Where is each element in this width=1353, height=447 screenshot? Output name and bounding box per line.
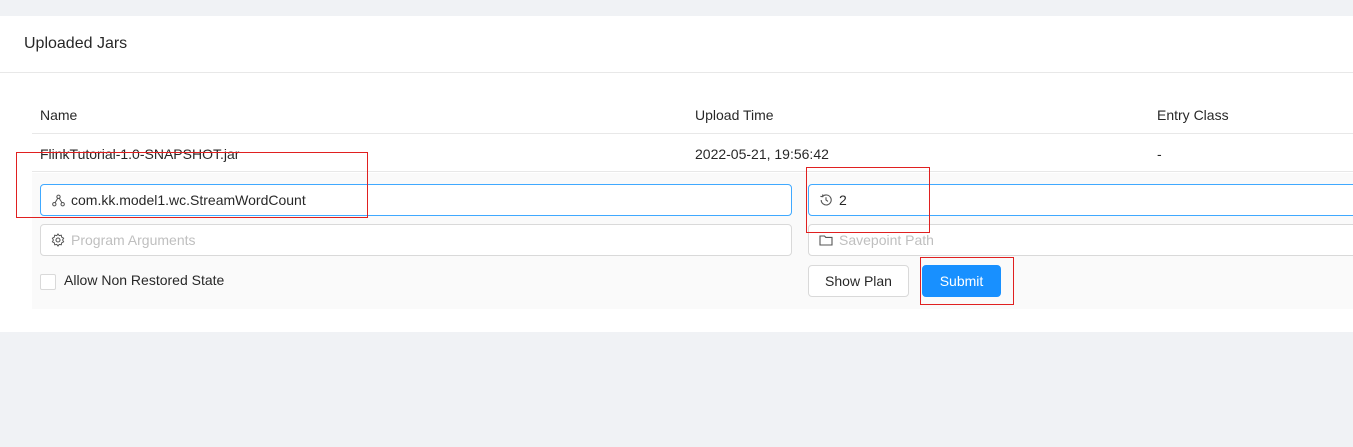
cluster-icon — [51, 193, 65, 207]
program-arguments-input[interactable]: Program Arguments — [40, 224, 792, 256]
show-plan-button[interactable]: Show Plan — [808, 265, 909, 297]
program-arguments-placeholder: Program Arguments — [71, 232, 196, 248]
table-row[interactable]: FlinkTutorial-1.0-SNAPSHOT.jar 2022-05-2… — [32, 134, 1353, 172]
jars-table: Name Upload Time Entry Class FlinkTutori… — [32, 97, 1353, 309]
jar-upload-time: 2022-05-21, 19:56:42 — [695, 146, 829, 162]
submit-button[interactable]: Submit — [922, 265, 1001, 297]
allow-non-restored-label[interactable]: Allow Non Restored State — [64, 272, 224, 288]
table-header: Name Upload Time Entry Class — [32, 97, 1353, 134]
card-title: Uploaded Jars — [24, 35, 128, 52]
gear-icon — [51, 233, 65, 247]
parallelism-input[interactable]: 2 — [808, 184, 1353, 216]
parallelism-value: 2 — [839, 192, 847, 208]
header-entry-class: Entry Class — [1157, 107, 1229, 123]
savepoint-path-input[interactable]: Savepoint Path — [808, 224, 1353, 256]
entry-class-input[interactable]: com.kk.model1.wc.StreamWordCount — [40, 184, 792, 216]
history-icon — [819, 193, 833, 207]
allow-non-restored-checkbox[interactable] — [40, 274, 56, 290]
card-header: Uploaded Jars — [0, 16, 1353, 73]
savepoint-path-placeholder: Savepoint Path — [839, 232, 934, 248]
jar-name: FlinkTutorial-1.0-SNAPSHOT.jar — [40, 146, 240, 162]
jar-entry-class: - — [1157, 146, 1162, 162]
uploaded-jars-card: Uploaded Jars Name Upload Time Entry Cla… — [0, 16, 1353, 332]
jar-submit-form: com.kk.model1.wc.StreamWordCount 2 Progr… — [32, 173, 1353, 309]
folder-icon — [819, 233, 833, 247]
header-name: Name — [40, 107, 78, 123]
header-upload-time: Upload Time — [695, 107, 774, 123]
entry-class-value: com.kk.model1.wc.StreamWordCount — [71, 192, 306, 208]
